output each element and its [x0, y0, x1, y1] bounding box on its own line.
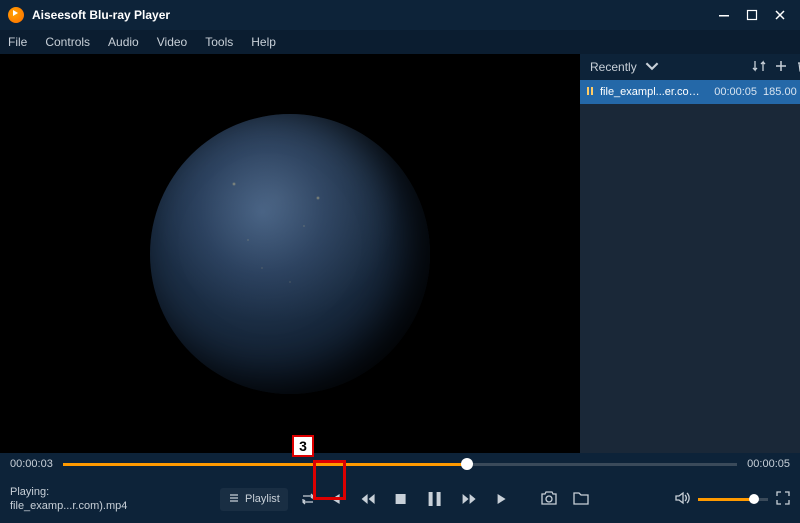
transport-controls	[326, 490, 512, 508]
volume-fill	[698, 498, 754, 501]
volume-icon[interactable]	[674, 490, 690, 509]
now-playing-label: Playing:	[10, 485, 170, 499]
volume-slider[interactable]	[698, 498, 768, 501]
volume-thumb[interactable]	[749, 494, 759, 504]
playlist-item-duration: 00:00:05	[714, 86, 757, 98]
time-current: 00:00:03	[10, 458, 53, 470]
time-total: 00:00:05	[747, 458, 790, 470]
delete-icon[interactable]	[796, 59, 800, 76]
sort-icon[interactable]	[752, 59, 766, 76]
open-file-button[interactable]	[572, 490, 590, 509]
fullscreen-button[interactable]	[776, 491, 790, 508]
playlist-item[interactable]: file_exampl...er.com).mp4 00:00:05 185.0…	[580, 80, 800, 104]
menu-video[interactable]: Video	[157, 35, 187, 49]
annotation-step-badge: 3	[292, 435, 314, 457]
menu-tools[interactable]: Tools	[205, 35, 233, 49]
seek-fill	[63, 463, 468, 466]
seek-thumb[interactable]	[461, 458, 473, 470]
rewind-button[interactable]	[360, 491, 376, 507]
next-button[interactable]	[496, 491, 512, 507]
playlist-button-label: Playlist	[245, 493, 280, 505]
forward-button[interactable]	[462, 491, 478, 507]
titlebar: Aiseesoft Blu-ray Player	[0, 0, 800, 30]
now-playing-info: Playing: file_examp...r.com).mp4	[10, 485, 170, 514]
video-viewport[interactable]	[0, 54, 580, 453]
bottom-bar: 00:00:03 00:00:05 Playing: file_examp...…	[0, 453, 800, 523]
playlist-item-name: file_exampl...er.com).mp4	[600, 86, 708, 98]
stop-button[interactable]	[394, 492, 408, 506]
pause-tiny-icon	[586, 86, 594, 98]
menu-controls[interactable]: Controls	[45, 35, 90, 49]
annotation-highlight-box	[313, 460, 346, 500]
add-icon[interactable]	[774, 59, 788, 76]
playlist-panel: Recently file_exampl...er.com).mp4 00:00…	[580, 54, 800, 453]
playlist-item-size: 185.00 KB	[763, 86, 800, 98]
menu-audio[interactable]: Audio	[108, 35, 139, 49]
close-button[interactable]	[768, 5, 792, 25]
app-logo-icon	[8, 7, 24, 23]
minimize-button[interactable]	[712, 5, 736, 25]
chevron-down-icon[interactable]	[645, 59, 659, 76]
snapshot-button[interactable]	[540, 490, 558, 509]
video-frame-earth	[150, 114, 430, 394]
pause-button[interactable]	[426, 490, 444, 508]
maximize-button[interactable]	[740, 5, 764, 25]
list-icon	[228, 492, 240, 507]
playlist-filter-label[interactable]: Recently	[590, 60, 637, 74]
playlist-toggle-button[interactable]: Playlist	[220, 488, 288, 511]
seek-slider[interactable]	[63, 463, 737, 466]
menubar: File Controls Audio Video Tools Help	[0, 30, 800, 54]
now-playing-file: file_examp...r.com).mp4	[10, 499, 170, 513]
menu-file[interactable]: File	[8, 35, 27, 49]
app-title: Aiseesoft Blu-ray Player	[32, 8, 712, 22]
menu-help[interactable]: Help	[251, 35, 276, 49]
